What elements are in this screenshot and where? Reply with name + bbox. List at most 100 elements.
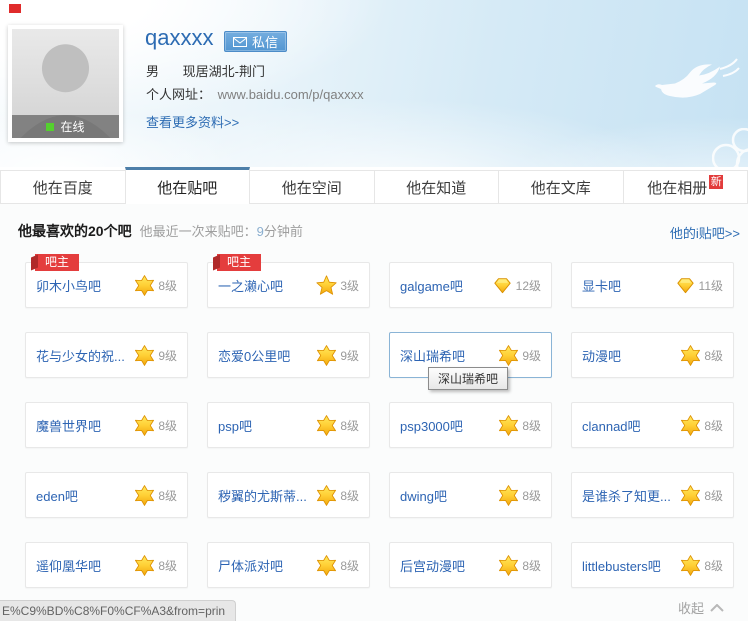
gender-value: 男: [146, 64, 160, 79]
collapse-label: 收起: [677, 601, 704, 616]
forum-card[interactable]: eden吧 8级: [25, 472, 188, 518]
tab-label: 他在贴吧: [157, 179, 218, 197]
forum-name-link[interactable]: 深山瑞希吧: [400, 346, 465, 365]
five-point-star-icon: [316, 274, 337, 295]
forum-name-link[interactable]: dwing吧: [400, 486, 447, 505]
tab-bar: 他在百度 他在贴吧 他在空间 他在知道 他在文库 他在相册新: [0, 167, 748, 204]
level-text: 8级: [522, 418, 541, 433]
level-indicator: 9级: [316, 344, 359, 366]
forum-card[interactable]: 深山瑞希吧 9级 深山瑞希吧: [389, 332, 552, 390]
level-indicator: 8级: [498, 554, 541, 576]
forum-name-link[interactable]: 是谁杀了知更...: [582, 486, 671, 505]
six-point-star-icon: [135, 414, 155, 436]
his-itieba-link[interactable]: 他的i贴吧>>: [670, 223, 740, 242]
gender-location-line: 男 现居湖北-荆门: [146, 61, 265, 80]
tab-kongjian[interactable]: 他在空间: [249, 170, 375, 204]
website-url: www.baidu.com/p/qaxxxx: [217, 87, 364, 102]
forum-card[interactable]: littlebusters吧 8级: [571, 542, 734, 588]
private-message-button[interactable]: 私信: [224, 31, 288, 52]
tab-label: 他在文库: [530, 179, 591, 197]
forum-name-link[interactable]: 恋爱0公里吧: [218, 346, 290, 365]
level-text: 8级: [340, 488, 359, 503]
tieba-tab-content: 他最喜欢的20个吧 他最近一次来贴吧：9分钟前 他的i贴吧>> 吧主 卯木小鸟吧 8级…: [0, 204, 748, 621]
tab-zhidao[interactable]: 他在知道: [373, 170, 499, 204]
level-text: 8级: [704, 418, 723, 433]
level-text: 8级: [704, 558, 723, 573]
section-header: 他最喜欢的20个吧 他最近一次来贴吧：9分钟前: [18, 221, 303, 241]
forum-card[interactable]: 尸体派对吧 8级: [207, 542, 370, 588]
forum-name-link[interactable]: littlebusters吧: [582, 556, 661, 575]
forum-card[interactable]: 吧主 卯木小鸟吧 8级: [25, 254, 188, 308]
forum-name-link[interactable]: psp吧: [218, 416, 252, 435]
website-line: 个人网址： www.baidu.com/p/qaxxxx: [146, 84, 364, 103]
forum-name-link[interactable]: clannad吧: [582, 416, 641, 435]
tab-xiangce[interactable]: 他在相册新: [622, 170, 748, 204]
forum-name-link[interactable]: 动漫吧: [582, 346, 621, 365]
tab-tieba[interactable]: 他在贴吧: [124, 167, 250, 204]
private-message-label: 私信: [252, 35, 279, 50]
forum-name-link[interactable]: galgame吧: [400, 276, 463, 295]
forum-card[interactable]: 花与少女的祝... 9级: [25, 332, 188, 378]
forum-card[interactable]: 秽翼的尤斯蒂... 8级: [207, 472, 370, 518]
view-more-profile-link[interactable]: 查看更多资料>>: [146, 112, 239, 131]
forum-card[interactable]: 显卡吧 11级: [571, 262, 734, 308]
level-indicator: 9级: [498, 344, 541, 366]
forum-card[interactable]: 恋爱0公里吧 9级: [207, 332, 370, 378]
six-point-star-icon: [317, 554, 337, 576]
level-text: 11级: [698, 278, 723, 293]
six-point-star-icon: [681, 344, 701, 366]
forum-name-link[interactable]: 尸体派对吧: [218, 556, 283, 575]
tab-baidu[interactable]: 他在百度: [0, 170, 126, 204]
forum-name-link[interactable]: psp3000吧: [400, 416, 463, 435]
level-indicator: 8级: [134, 484, 177, 506]
six-point-star-icon: [681, 414, 701, 436]
forum-name-link[interactable]: 卯木小鸟吧: [36, 276, 101, 295]
tab-label: 他在空间: [281, 179, 342, 197]
forum-name-link[interactable]: 花与少女的祝...: [36, 346, 125, 365]
level-indicator: 8级: [134, 414, 177, 436]
forum-card[interactable]: dwing吧 8级: [389, 472, 552, 518]
level-text: 8级: [158, 278, 177, 293]
forum-name-link[interactable]: 显卡吧: [582, 276, 621, 295]
level-text: 12级: [515, 278, 541, 293]
level-text: 8级: [704, 488, 723, 503]
online-status-label: 在线: [60, 120, 85, 134]
level-indicator: 8级: [316, 554, 359, 576]
forum-card[interactable]: galgame吧 12级: [389, 262, 552, 308]
level-indicator: 8级: [680, 554, 723, 576]
level-indicator: 8级: [134, 274, 177, 296]
last-visit-time-suffix: 分钟前: [263, 224, 303, 239]
forum-name-link[interactable]: 后宫动漫吧: [400, 556, 465, 575]
forum-card[interactable]: clannad吧 8级: [571, 402, 734, 448]
six-point-star-icon: [499, 554, 519, 576]
six-point-star-icon: [135, 344, 155, 366]
red-marker: [9, 4, 21, 13]
six-point-star-icon: [135, 484, 155, 506]
forum-name-link[interactable]: eden吧: [36, 486, 78, 505]
forum-card[interactable]: psp吧 8级: [207, 402, 370, 448]
tab-wenku[interactable]: 他在文库: [498, 170, 624, 204]
tab-label: 他在知道: [406, 179, 467, 197]
forum-name-link[interactable]: 一之濑心吧: [218, 276, 283, 295]
forum-name-link[interactable]: 魔兽世界吧: [36, 416, 101, 435]
forum-card[interactable]: 吧主 一之濑心吧 3级: [207, 254, 370, 308]
forum-name-link[interactable]: 遥仰凰华吧: [36, 556, 101, 575]
level-text: 8级: [704, 348, 723, 363]
chevron-up-icon: [710, 603, 724, 612]
forum-card[interactable]: 动漫吧 8级: [571, 332, 734, 378]
forum-card[interactable]: 遥仰凰华吧 8级: [25, 542, 188, 588]
forum-card[interactable]: psp3000吧 8级: [389, 402, 552, 448]
forum-name-link[interactable]: 秽翼的尤斯蒂...: [218, 486, 307, 505]
avatar[interactable]: 在线: [8, 25, 123, 142]
forum-card[interactable]: 魔兽世界吧 8级: [25, 402, 188, 448]
collapse-button[interactable]: 收起: [678, 598, 724, 617]
six-point-star-icon: [499, 414, 519, 436]
six-point-star-icon: [499, 344, 519, 366]
forum-card[interactable]: 是谁杀了知更... 8级: [571, 472, 734, 518]
level-text: 9级: [522, 348, 541, 363]
diamond-icon: [676, 277, 694, 293]
level-indicator: 8级: [316, 414, 359, 436]
level-text: 9级: [158, 348, 177, 363]
envelope-icon: [233, 36, 247, 47]
forum-card[interactable]: 后宫动漫吧 8级: [389, 542, 552, 588]
